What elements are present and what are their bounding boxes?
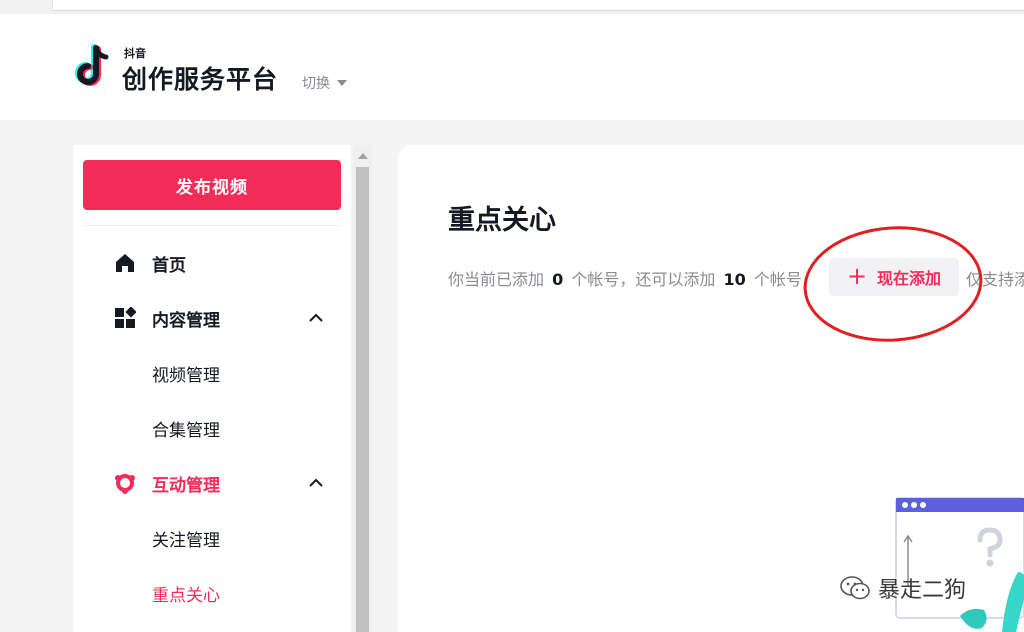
sidebar-scrollbar[interactable] [353, 145, 372, 632]
sidebar-item-home[interactable]: 首页 [73, 243, 351, 283]
sidebar-item-label: 互动管理 [152, 475, 220, 496]
question-illustration [895, 497, 1024, 632]
header: 抖音 创作服务平台 切换 [0, 14, 1024, 120]
browser-tab[interactable] [52, 0, 1024, 11]
switch-label: 切换 [302, 76, 330, 92]
add-now-label: 现在添加 [877, 269, 942, 288]
switch-button[interactable]: 切换 [302, 73, 347, 93]
home-icon [116, 254, 134, 272]
sidebar-subitem-video[interactable]: 视频管理 [152, 361, 220, 386]
browser-strip [0, 0, 1024, 14]
logo-main-text[interactable]: 创作服务平台 [122, 60, 278, 96]
page-title: 重点关心 [448, 205, 556, 236]
sidebar-subitem-follow[interactable]: 关注管理 [152, 526, 220, 551]
info-mid: 个帐号，还可以添加 [571, 270, 716, 289]
publish-video-button[interactable]: 发布视频 [83, 160, 341, 210]
scroll-up-icon[interactable] [358, 153, 368, 159]
sidebar-item-content[interactable]: 内容管理 [73, 298, 351, 338]
sidebar-item-interaction[interactable]: 互动管理 [73, 463, 351, 503]
sidebar-item-label: 首页 [152, 255, 186, 276]
support-note-text: 仅支持添 [966, 270, 1024, 289]
added-count: 0 [552, 270, 564, 289]
plus-icon: + [846, 262, 868, 290]
tiktok-note-icon[interactable] [72, 44, 112, 90]
info-prefix: 你当前已添加 [448, 270, 545, 289]
sidebar-subitem-collection[interactable]: 合集管理 [152, 416, 220, 441]
account-info-text: 你当前已添加 0 个帐号，还可以添加 10 个帐号 [448, 266, 802, 290]
sidebar-divider [83, 225, 341, 226]
watermark-text: 暴走二狗 [878, 578, 967, 603]
interaction-icon [115, 474, 135, 494]
wechat-icon [840, 576, 870, 600]
sidebar-subitem-key-care[interactable]: 重点关心 [152, 581, 220, 606]
chevron-up-icon[interactable] [307, 474, 325, 492]
grid-icon [115, 307, 136, 328]
scrollbar-thumb[interactable] [356, 167, 369, 632]
sidebar: 发布视频 首页 内容管理 视频管理 合集管理 互动管理 关注管理 重点关心 [73, 145, 351, 632]
info-suffix: 个帐号 [753, 270, 802, 289]
chevron-up-icon[interactable] [307, 309, 325, 327]
caret-down-icon [337, 80, 347, 86]
remaining-count: 10 [723, 270, 746, 289]
logo-small-text: 抖音 [124, 47, 146, 60]
add-now-button[interactable]: + 现在添加 [829, 258, 959, 296]
sidebar-item-label: 内容管理 [152, 310, 220, 331]
watermark: 暴走二狗 [840, 572, 966, 604]
